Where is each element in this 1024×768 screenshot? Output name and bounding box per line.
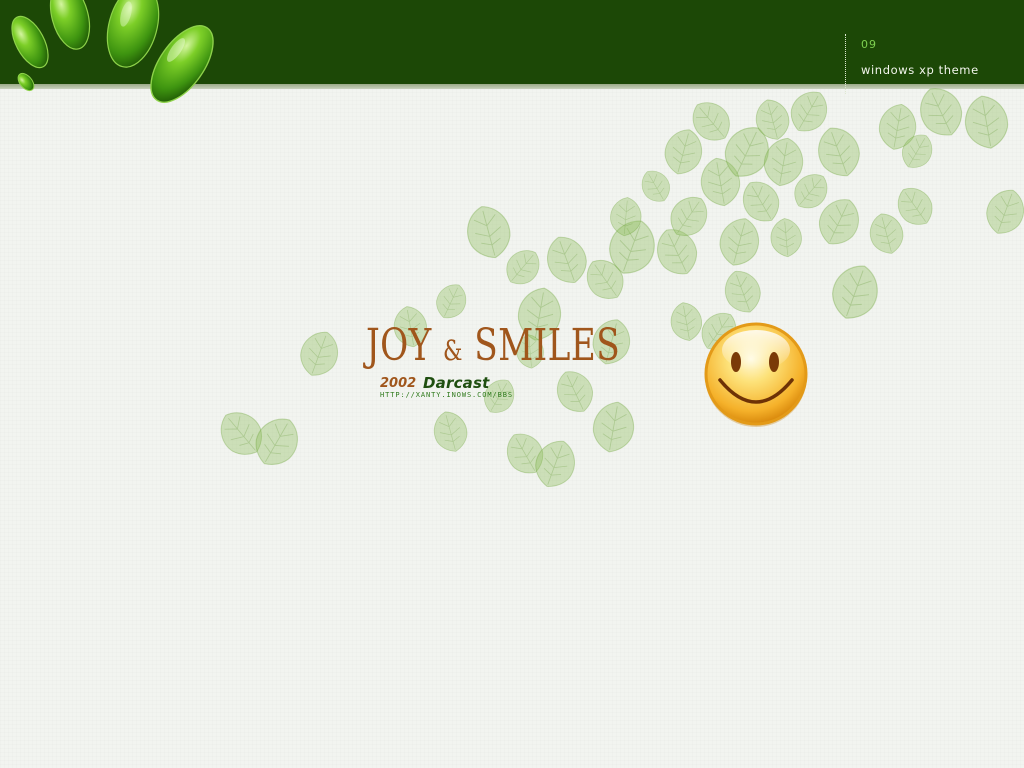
logo-title-joy: JOY [366,320,432,371]
logo-title-smiles: SMILES [474,320,621,371]
logo-year: 2002 [380,376,417,391]
theme-number: 09 [861,38,877,51]
theme-label: windows xp theme [861,63,979,77]
logo-title: JOY & SMILES [366,316,620,381]
logo-brand: Darcast [423,374,490,392]
desktop-wallpaper: 09 windows xp theme JOY & SMILES 2002 Da… [0,0,1024,768]
leaf-icon [210,80,1024,494]
logo-url: HTTP://XANTY.INOWS.COM/BBS [380,391,513,399]
smiley-face-icon [704,322,808,427]
logo-title-ampersand: & [443,334,463,367]
leaves-decoration [210,80,1024,494]
